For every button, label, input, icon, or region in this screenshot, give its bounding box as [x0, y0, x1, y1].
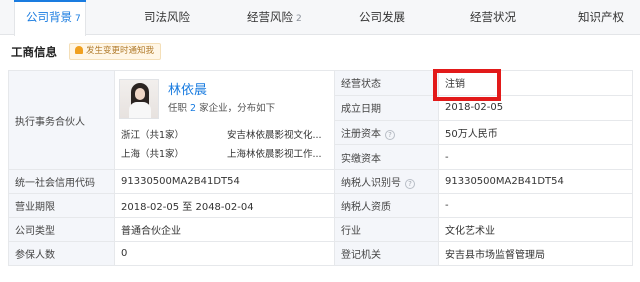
taxid-value: 91330500MA2B41DT54 — [438, 169, 633, 194]
business-info-table: 执行事务合伙人 林依晨 任职 2 家企业，分布如下 浙江（共1家） 安吉林依晨影… — [8, 70, 633, 266]
company-link-shanghai[interactable]: 上海林依晨影视工作... — [227, 146, 322, 160]
type-value: 普通合伙企业 — [114, 217, 335, 242]
tab-bar: 公司背景 7 司法风险 经营风险 2 公司发展 经营状况 知识产权 — [0, 0, 640, 36]
type-label: 公司类型 — [8, 217, 115, 242]
status-value: 注销 — [438, 70, 633, 96]
company-link-anji[interactable]: 安吉林依晨影视文化... — [227, 127, 322, 141]
term-value: 2018-02-05 至 2048-02-04 — [114, 193, 335, 218]
table-row: 执行事务合伙人 林依晨 任职 2 家企业，分布如下 浙江（共1家） 安吉林依晨影… — [8, 70, 633, 170]
authority-label: 登记机关 — [334, 241, 439, 266]
founded-value: 2018-02-05 — [438, 94, 633, 121]
help-icon[interactable]: ? — [405, 179, 415, 189]
region-zhejiang: 浙江（共1家） — [121, 130, 185, 141]
region-shanghai: 上海（共1家） — [121, 149, 185, 160]
section-title: 工商信息 — [11, 45, 57, 59]
founded-label: 成立日期 — [334, 94, 439, 121]
tab-judicial-risk[interactable]: 司法风险 — [144, 0, 190, 35]
status-label: 经营状态 — [334, 70, 439, 96]
partner-name-link[interactable]: 林依晨 — [168, 79, 207, 98]
paid-capital-label: 实缴资本 — [334, 144, 439, 170]
tax-quality-value: - — [438, 193, 633, 218]
table-row: 参保人数 0 登记机关 安吉县市场监督管理局 — [8, 241, 633, 266]
table-row: 统一社会信用代码 91330500MA2B41DT54 纳税人识别号? 9133… — [8, 169, 633, 194]
tab-intellectual-property[interactable]: 知识产权 — [578, 0, 624, 35]
authority-value: 安吉县市场监督管理局 — [438, 241, 633, 266]
partner-role: 任职 2 家企业，分布如下 — [168, 100, 275, 114]
help-icon[interactable]: ? — [385, 129, 395, 140]
industry-value: 文化艺术业 — [438, 217, 633, 242]
notify-label: 发生变更时通知我 — [86, 46, 155, 56]
avatar[interactable] — [119, 79, 159, 119]
tab-label: 公司发展 — [359, 10, 405, 24]
taxid-label: 纳税人识别号 — [341, 178, 401, 189]
table-row: 公司类型 普通合伙企业 行业 文化艺术业 — [8, 217, 633, 242]
tax-quality-label: 纳税人资质 — [334, 193, 439, 218]
tab-operating-risk[interactable]: 经营风险 2 — [247, 0, 302, 35]
insured-value: 0 — [114, 241, 335, 266]
tab-label: 公司背景 — [26, 10, 72, 24]
tab-count: 2 — [296, 14, 302, 24]
capital-value: 50万人民币 — [438, 119, 633, 146]
tab-label: 司法风险 — [144, 10, 190, 24]
taxid-label-cell: 纳税人识别号? — [334, 169, 439, 194]
table-row: 营业期限 2018-02-05 至 2048-02-04 纳税人资质 - — [8, 193, 633, 218]
capital-label: 注册资本 — [341, 128, 381, 140]
role-count-link[interactable]: 2 — [190, 103, 196, 114]
partner-cell: 林依晨 任职 2 家企业，分布如下 浙江（共1家） 安吉林依晨影视文化... 上… — [114, 70, 335, 170]
bell-icon — [75, 46, 83, 54]
tab-operating-status[interactable]: 经营状况 — [470, 0, 516, 35]
tab-label: 知识产权 — [578, 10, 624, 24]
tab-company-background[interactable]: 公司背景 7 — [14, 0, 86, 36]
paid-capital-value: - — [438, 144, 633, 170]
term-label: 营业期限 — [8, 193, 115, 218]
industry-label: 行业 — [334, 217, 439, 242]
credit-code-value: 91330500MA2B41DT54 — [114, 169, 335, 194]
tab-company-development[interactable]: 公司发展 — [359, 0, 405, 35]
role-prefix: 任职 — [168, 103, 188, 114]
partner-label: 执行事务合伙人 — [8, 70, 115, 170]
credit-code-label: 统一社会信用代码 — [8, 169, 115, 194]
tab-count: 7 — [75, 14, 81, 24]
tab-label: 经营状况 — [470, 10, 516, 24]
change-notify-button[interactable]: 发生变更时通知我 — [69, 43, 162, 60]
tab-label: 经营风险 — [247, 10, 293, 24]
role-suffix: 家企业，分布如下 — [199, 103, 276, 114]
insured-label: 参保人数 — [8, 241, 115, 266]
capital-label-cell: 注册资本? — [334, 119, 439, 146]
